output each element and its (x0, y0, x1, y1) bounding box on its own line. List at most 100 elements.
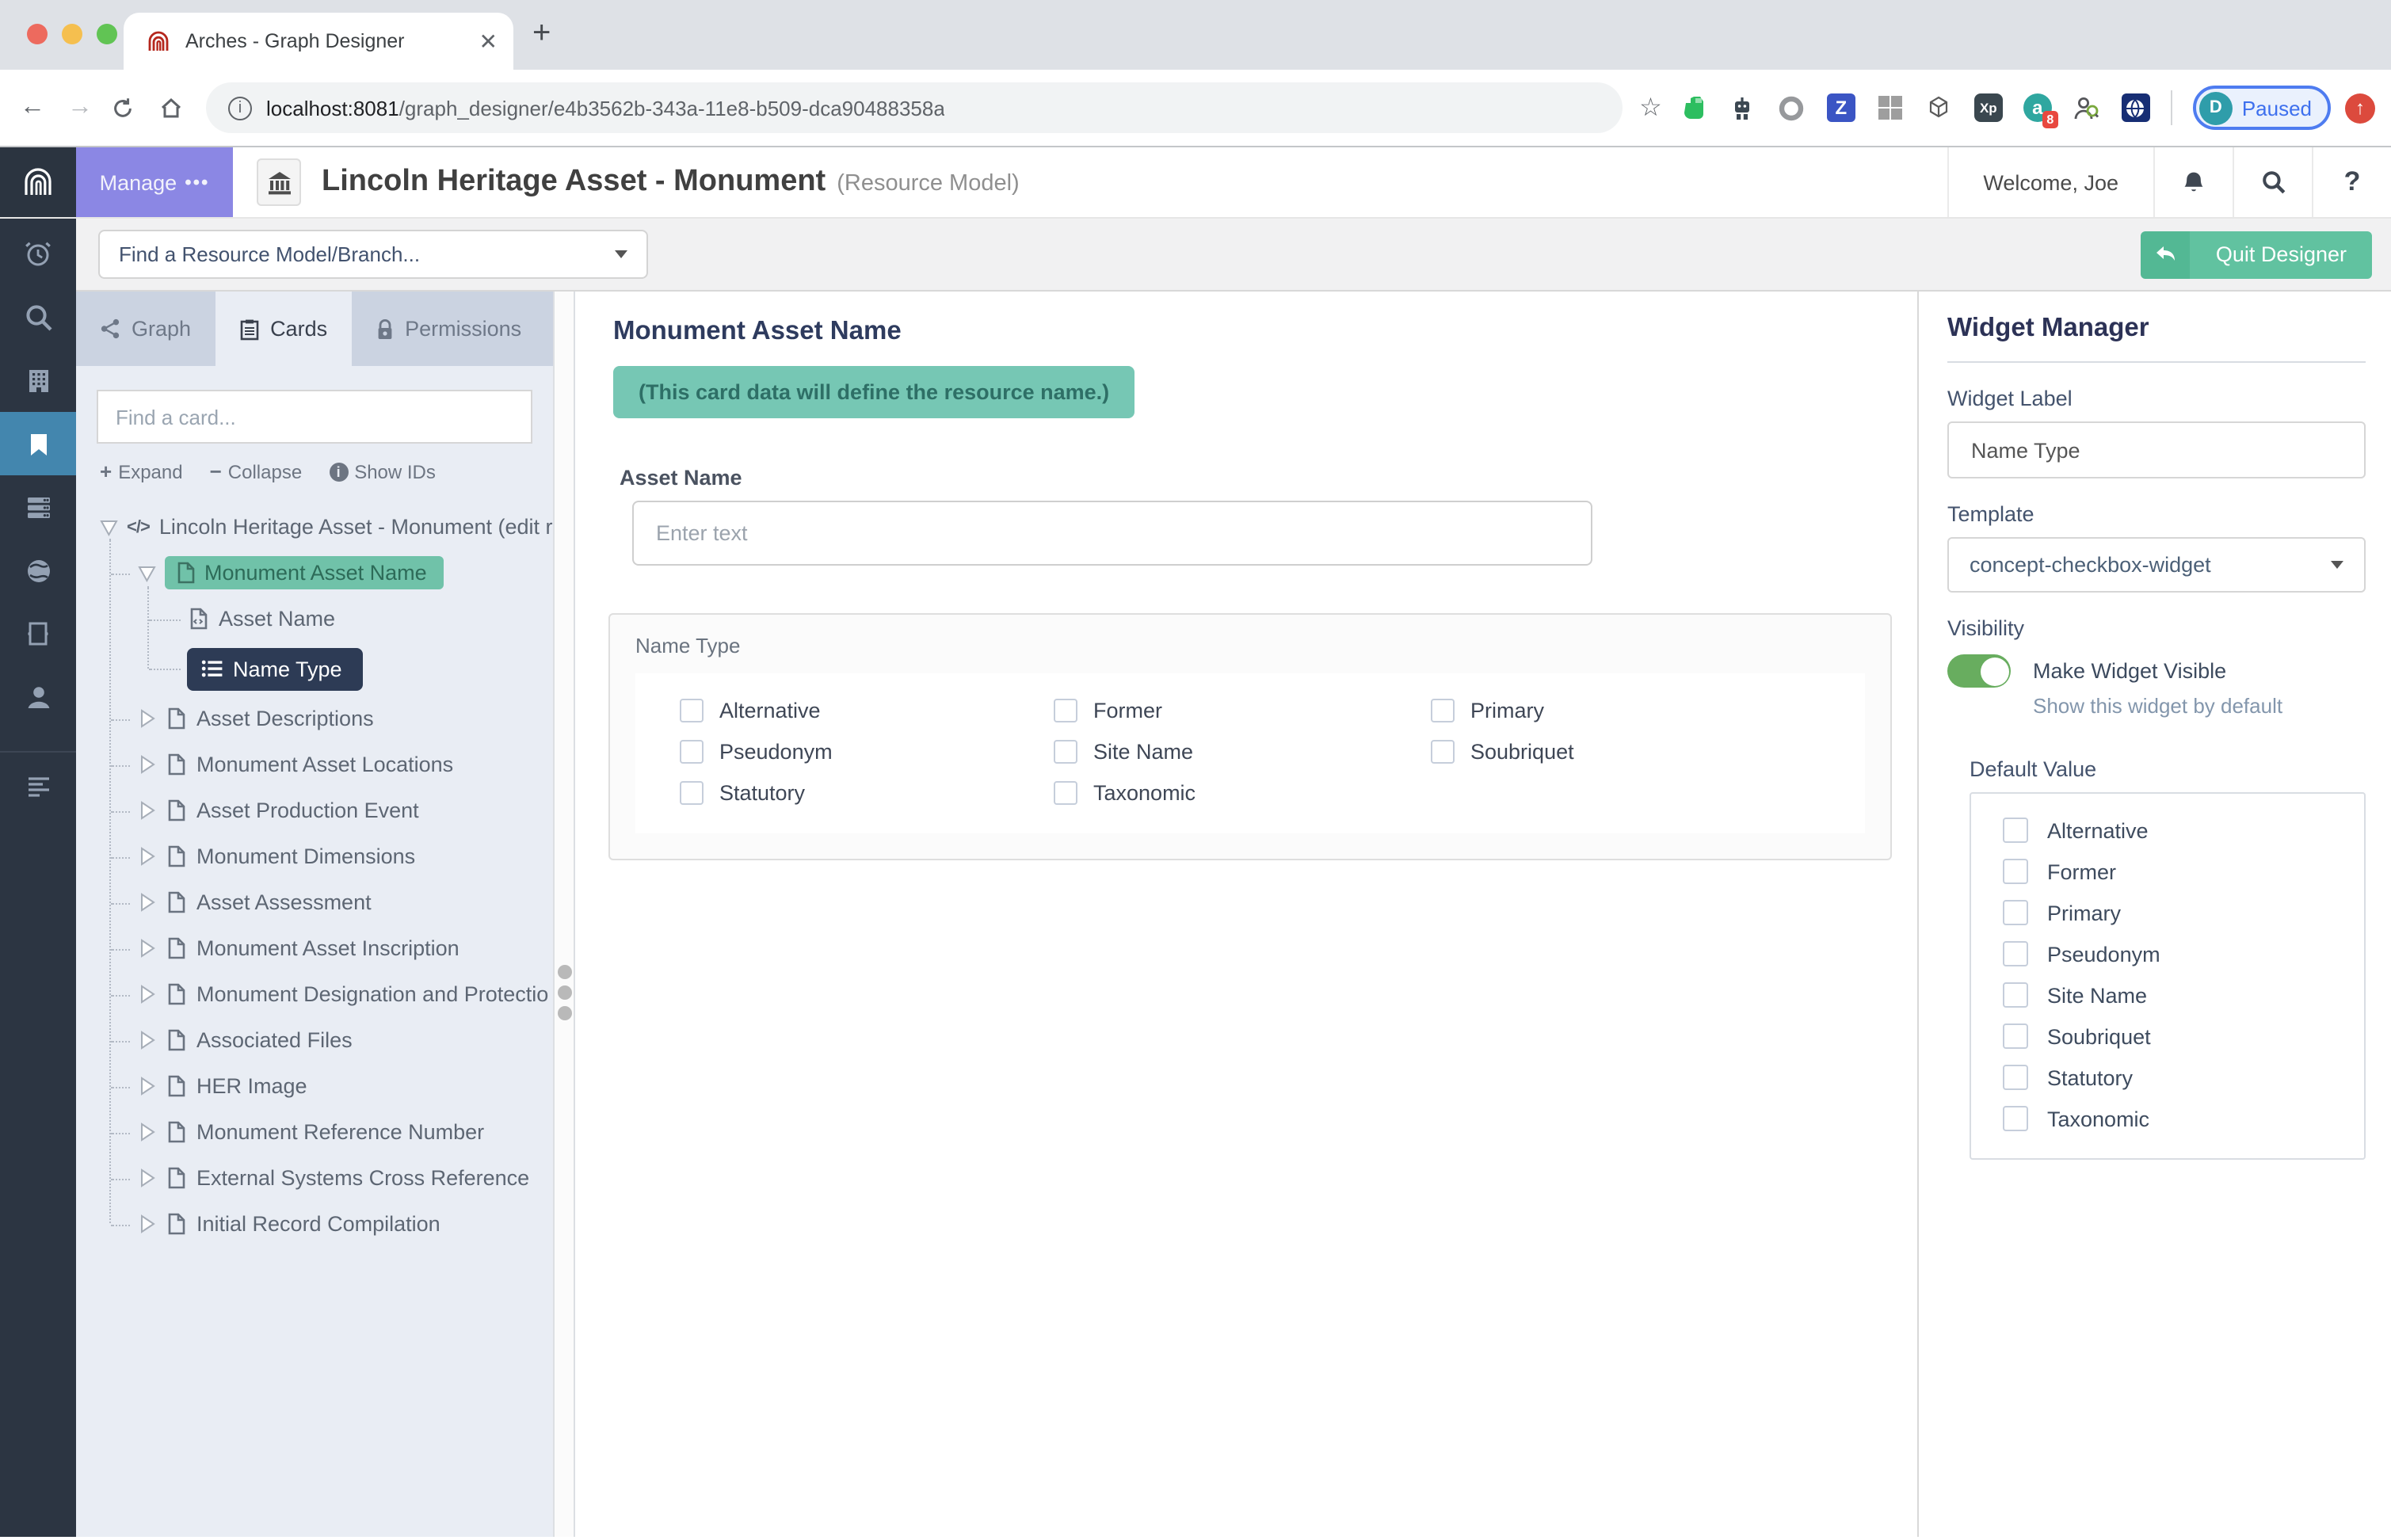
sidebar-item-resources[interactable] (0, 349, 76, 412)
quit-designer-button[interactable]: Quit Designer (2141, 231, 2372, 278)
checkbox-icon[interactable] (680, 699, 704, 722)
find-card-input[interactable]: Find a card... (97, 390, 532, 444)
forward-icon[interactable]: → (63, 93, 97, 122)
geojson-icon[interactable] (1925, 93, 1954, 122)
tree-node-card[interactable]: HER Image (76, 1063, 553, 1109)
collapsed-arrow-icon[interactable] (135, 707, 158, 730)
tree-node-card[interactable]: Associated Files (76, 1017, 553, 1063)
collapsed-arrow-icon[interactable] (135, 982, 158, 1006)
checkbox-icon[interactable] (2003, 1065, 2028, 1090)
checkbox-option[interactable]: Taxonomic (1054, 781, 1431, 805)
collapsed-arrow-icon[interactable] (135, 1074, 158, 1098)
sidebar-item-graph-designer[interactable] (0, 412, 76, 475)
highlighted-card-node[interactable]: Monument Asset Name (165, 556, 444, 589)
reload-icon[interactable] (111, 96, 144, 120)
back-icon[interactable]: ← (16, 93, 49, 122)
arches-logo[interactable] (0, 147, 76, 217)
tree-node-widget-selected[interactable]: Name Type (76, 642, 553, 696)
checkbox-icon[interactable] (1431, 740, 1455, 764)
panel-resize-handle[interactable] (553, 292, 575, 1537)
collapsed-arrow-icon[interactable] (135, 936, 158, 960)
sidebar-item-servers[interactable] (0, 475, 76, 539)
visible-toggle[interactable] (1947, 654, 2011, 688)
tree-node-card[interactable]: Monument Asset Locations (76, 741, 553, 787)
tree-node-card[interactable]: Monument Asset Inscription (76, 925, 553, 971)
tree-node-card[interactable]: Initial Record Compilation (76, 1201, 553, 1247)
checkbox-icon[interactable] (2003, 982, 2028, 1008)
checkbox-icon[interactable] (2003, 1023, 2028, 1049)
collapse-all-link[interactable]: − Collapse (210, 459, 303, 483)
help-button[interactable]: ? (2312, 147, 2391, 217)
manage-button[interactable]: Manage ••• (76, 147, 233, 217)
checkbox-option[interactable]: Alternative (680, 699, 1054, 722)
tree-node-card[interactable]: Monument Asset Name (76, 550, 553, 596)
profile-paused-button[interactable]: D Paused (2192, 86, 2331, 130)
checkbox-option[interactable]: Primary (1431, 699, 1846, 722)
checkbox-option[interactable]: Former (1054, 699, 1431, 722)
sidebar-item-provisional[interactable] (0, 602, 76, 665)
asset-name-input[interactable] (632, 501, 1592, 566)
bookmark-star-icon[interactable]: ☆ (1639, 92, 1662, 124)
minimize-window-button[interactable] (62, 24, 82, 44)
checkbox-option[interactable]: Statutory (2003, 1065, 2348, 1090)
robot-icon[interactable] (1729, 93, 1757, 122)
checkbox-icon[interactable] (1431, 699, 1455, 722)
checkbox-icon[interactable] (2003, 818, 2028, 843)
checkbox-option[interactable]: Former (2003, 859, 2348, 884)
xp-icon[interactable]: Xp (1973, 93, 2003, 122)
checkbox-option[interactable]: Primary (2003, 900, 2348, 925)
sidebar-item-menu[interactable] (0, 753, 76, 816)
sidebar-item-map[interactable] (0, 539, 76, 602)
checkbox-icon[interactable] (1054, 740, 1077, 764)
show-ids-link[interactable]: i Show IDs (329, 459, 436, 483)
close-window-button[interactable] (27, 24, 48, 44)
maximize-window-button[interactable] (97, 24, 117, 44)
expanded-arrow-icon[interactable] (97, 515, 120, 539)
site-info-icon[interactable]: i (228, 96, 252, 120)
checkbox-icon[interactable] (1054, 781, 1077, 805)
tree-node-card[interactable]: Monument Designation and Protectio (76, 971, 553, 1017)
welcome-user-button[interactable]: Welcome, Joe (1947, 147, 2153, 217)
tree-node-card[interactable]: Asset Assessment (76, 879, 553, 925)
checkbox-icon[interactable] (2003, 941, 2028, 966)
collapsed-arrow-icon[interactable] (135, 1166, 158, 1190)
collapsed-arrow-icon[interactable] (135, 844, 158, 868)
tree-node-card[interactable]: Asset Descriptions (76, 696, 553, 741)
grid-icon[interactable] (1876, 93, 1905, 122)
template-select[interactable]: concept-checkbox-widget (1947, 537, 2366, 593)
collapsed-arrow-icon[interactable] (135, 1028, 158, 1052)
checkbox-icon[interactable] (680, 740, 704, 764)
checkbox-option[interactable]: Pseudonym (2003, 941, 2348, 966)
collapsed-arrow-icon[interactable] (135, 890, 158, 914)
tree-node-root[interactable]: </> Lincoln Heritage Asset - Monument (e… (76, 504, 553, 550)
tree-node-card[interactable]: Monument Reference Number (76, 1109, 553, 1155)
collapsed-arrow-icon[interactable] (135, 799, 158, 822)
collapsed-arrow-icon[interactable] (135, 753, 158, 776)
checkbox-icon[interactable] (680, 781, 704, 805)
expand-all-link[interactable]: + Expand (100, 459, 183, 483)
checkbox-option[interactable]: Soubriquet (2003, 1023, 2348, 1049)
widget-label-input[interactable] (1947, 421, 2366, 478)
browser-tab[interactable]: Arches - Graph Designer ✕ (124, 13, 513, 70)
checkbox-option[interactable]: Site Name (1054, 740, 1431, 764)
search-button[interactable] (2233, 147, 2312, 217)
checkbox-option[interactable]: Pseudonym (680, 740, 1054, 764)
tree-node-card[interactable]: Asset Production Event (76, 787, 553, 833)
sidebar-item-search[interactable] (0, 285, 76, 349)
globe-extension-icon[interactable] (2121, 93, 2150, 122)
window-controls[interactable] (27, 24, 117, 44)
tree-node-card[interactable]: Monument Dimensions (76, 833, 553, 879)
home-icon[interactable] (158, 95, 192, 120)
tab-permissions[interactable]: Permissions (351, 292, 545, 366)
sidebar-item-recent[interactable] (0, 222, 76, 285)
selected-widget-node[interactable]: Name Type (187, 647, 363, 690)
checkbox-option[interactable]: Site Name (2003, 982, 2348, 1008)
checkbox-option[interactable]: Soubriquet (1431, 740, 1846, 764)
resource-model-icon-button[interactable] (257, 158, 301, 206)
checkbox-icon[interactable] (2003, 900, 2028, 925)
updater-icon[interactable]: ↑ (2345, 93, 2375, 123)
zotero-icon[interactable]: Z (1826, 93, 1855, 122)
find-model-select[interactable]: Find a Resource Model/Branch... (98, 230, 648, 279)
ring-icon[interactable] (1778, 93, 1806, 122)
checkbox-icon[interactable] (1054, 699, 1077, 722)
